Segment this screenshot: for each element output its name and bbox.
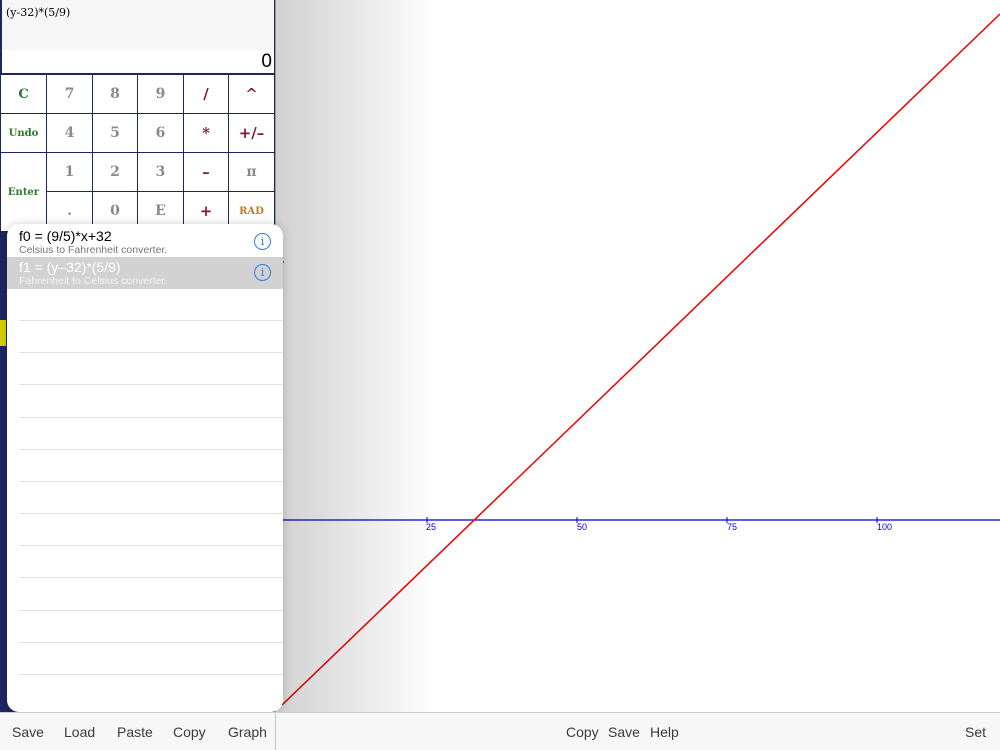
list-separator xyxy=(19,642,283,643)
undo-key[interactable]: Undo xyxy=(0,113,47,153)
popover-shadow xyxy=(276,0,436,712)
list-separator xyxy=(19,449,283,450)
power-key[interactable]: ^ xyxy=(228,74,275,114)
expression-display[interactable]: (y-32)*(5/9) xyxy=(2,0,274,50)
list-separator xyxy=(19,674,283,675)
x-tick-label: 100 xyxy=(877,522,892,532)
key-4[interactable]: 4 xyxy=(46,113,93,153)
function-item-f0[interactable]: f0 = (9/5)*x+32 Celsius to Fahrenheit co… xyxy=(7,226,283,258)
function-title: f1 = (y–32)*(5/9) xyxy=(19,259,121,275)
functions-popover: f0 = (9/5)*x+32 Celsius to Fahrenheit co… xyxy=(7,224,283,712)
info-icon[interactable]: i xyxy=(254,233,271,250)
key-8[interactable]: 8 xyxy=(92,74,138,114)
key-3[interactable]: 3 xyxy=(137,152,184,192)
list-separator xyxy=(19,610,283,611)
load-button[interactable]: Load xyxy=(64,724,95,740)
graph-save-button[interactable]: Save xyxy=(608,724,640,740)
result-display: 0 xyxy=(2,50,274,73)
key-6[interactable]: 6 xyxy=(137,113,184,153)
list-separator xyxy=(19,481,283,482)
multiply-key[interactable]: * xyxy=(183,113,229,153)
toolbar-divider xyxy=(275,712,276,750)
x-tick-label: 50 xyxy=(577,522,587,532)
key-1[interactable]: 1 xyxy=(46,152,93,192)
app-root: 25 50 75 100 5 (y-32)*(5/9) 0 C 7 8 9 / … xyxy=(0,0,1000,750)
function-title: f0 = (9/5)*x+32 xyxy=(19,228,112,244)
list-separator xyxy=(19,384,283,385)
divide-key[interactable]: / xyxy=(183,74,229,114)
bottom-toolbar: Save Load Paste Copy Graph Copy Save Hel… xyxy=(0,712,1000,750)
key-7[interactable]: 7 xyxy=(46,74,93,114)
function-description: Fahrenheit to Celsius converter. xyxy=(19,275,168,287)
keypad: C 7 8 9 / ^ Undo 4 5 6 * +/– Enter 1 2 3… xyxy=(0,74,275,234)
selection-marker xyxy=(0,320,6,346)
list-separator xyxy=(19,417,283,418)
list-separator xyxy=(19,320,283,321)
key-5[interactable]: 5 xyxy=(92,113,138,153)
help-button[interactable]: Help xyxy=(650,724,679,740)
pi-key[interactable]: π xyxy=(228,152,275,192)
x-tick-label: 75 xyxy=(727,522,737,532)
settings-button[interactable]: Set xyxy=(965,724,986,740)
list-separator xyxy=(19,352,283,353)
graph-copy-button[interactable]: Copy xyxy=(566,724,599,740)
negate-key[interactable]: +/– xyxy=(228,113,275,153)
graph-button[interactable]: Graph xyxy=(228,724,267,740)
list-separator xyxy=(19,513,283,514)
paste-button[interactable]: Paste xyxy=(117,724,153,740)
function-description: Celsius to Fahrenheit converter. xyxy=(19,244,168,256)
info-icon[interactable]: i xyxy=(254,264,271,281)
subtract-key[interactable]: – xyxy=(183,152,229,192)
key-2[interactable]: 2 xyxy=(92,152,138,192)
save-button[interactable]: Save xyxy=(12,724,44,740)
copy-button[interactable]: Copy xyxy=(173,724,206,740)
key-9[interactable]: 9 xyxy=(137,74,184,114)
enter-key[interactable]: Enter xyxy=(0,152,47,232)
list-separator xyxy=(19,577,283,578)
clear-key[interactable]: C xyxy=(0,74,47,114)
list-separator xyxy=(19,545,283,546)
function-item-f1[interactable]: f1 = (y–32)*(5/9) Fahrenheit to Celsius … xyxy=(7,257,283,289)
